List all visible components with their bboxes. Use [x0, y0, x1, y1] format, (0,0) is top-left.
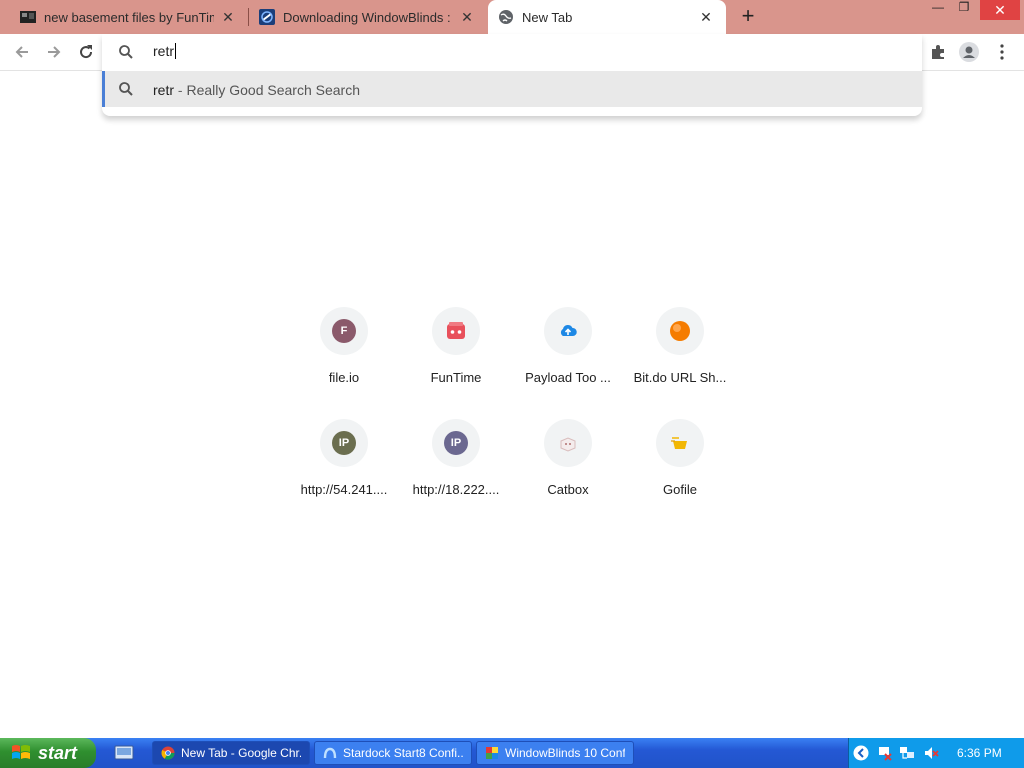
shortcut-icon-circle	[432, 307, 480, 355]
start-button[interactable]: start	[0, 738, 96, 768]
catbox-icon	[560, 437, 576, 452]
omnibox-suggestion[interactable]: retr - Really Good Search Search	[102, 71, 922, 107]
cloud-upload-icon	[560, 324, 577, 336]
forward-button[interactable]	[44, 42, 64, 62]
network-icon[interactable]	[899, 745, 915, 761]
ip-badge-icon: IP	[444, 431, 468, 455]
tab-title: New Tab	[522, 9, 573, 25]
tab-close-button[interactable]: ✕	[698, 9, 714, 26]
shortcut-icon-circle	[544, 419, 592, 467]
ip-badge-icon: IP	[332, 431, 356, 455]
close-window-button[interactable]: ✕	[980, 0, 1020, 20]
orange-ball-icon	[670, 321, 690, 341]
shortcut-label: http://54.241....	[300, 482, 388, 497]
shortcut-tile[interactable]: Catbox	[512, 419, 624, 519]
reload-button[interactable]	[76, 42, 96, 62]
system-tray: 6:36 PM	[848, 738, 1024, 768]
shortcut-icon-circle	[656, 419, 704, 467]
shortcut-icon-circle	[544, 307, 592, 355]
shortcut-tile[interactable]: IP http://18.222....	[400, 419, 512, 519]
extensions-puzzle-icon[interactable]	[928, 42, 948, 62]
gofile-icon	[671, 437, 687, 449]
taskbar-task-start8[interactable]: Stardock Start8 Confi...	[314, 741, 472, 765]
reload-icon	[80, 45, 93, 59]
windowblinds-icon	[486, 747, 498, 759]
shortcut-tile[interactable]: Payload Too ...	[512, 307, 624, 407]
back-button[interactable]	[12, 42, 32, 62]
tab-new-tab[interactable]: New Tab ✕	[488, 0, 726, 34]
flag-alert-icon[interactable]	[877, 745, 893, 761]
stardock-icon	[259, 9, 275, 25]
chrome-icon	[161, 746, 175, 760]
globe-icon	[499, 10, 513, 24]
shortcut-tile[interactable]: Gofile	[624, 419, 736, 519]
shortcut-tile[interactable]: F file.io	[288, 307, 400, 407]
arrow-right-icon	[48, 46, 61, 58]
shortcut-label: Bit.do URL Sh...	[633, 370, 727, 385]
new-tab-button[interactable]: +	[736, 5, 760, 29]
task-label: WindowBlinds 10 Conf...	[505, 746, 625, 760]
omnibox-dropdown: retr retr - Really Good Search Search	[102, 34, 922, 116]
profile-avatar-icon[interactable]	[959, 42, 979, 62]
maximize-button[interactable]: ❐	[952, 0, 976, 20]
film-icon	[20, 11, 36, 23]
text-caret	[175, 43, 176, 59]
tab-close-button[interactable]: ✕	[220, 9, 236, 26]
start-label: start	[38, 742, 78, 763]
suggestion-description: Really Good Search Search	[186, 82, 360, 98]
letter-badge-icon: F	[332, 319, 356, 343]
shortcut-label: file.io	[328, 370, 360, 385]
tab-title: Downloading WindowBlinds : Soi	[283, 9, 453, 25]
chevron-left-icon[interactable]	[853, 745, 869, 761]
omnibox-query: retr	[153, 43, 174, 59]
shortcut-label: FunTime	[430, 370, 482, 385]
shortcut-label: Catbox	[547, 482, 589, 497]
task-label: Stardock Start8 Confi...	[343, 746, 463, 760]
windows-taskbar: start New Tab - Google Chr... Stardock S…	[0, 738, 1024, 768]
arrow-left-icon	[15, 46, 28, 58]
tab-windowblinds[interactable]: Downloading WindowBlinds : Soi ✕	[249, 0, 487, 34]
shortcut-icon-circle	[656, 307, 704, 355]
taskbar-task-chrome[interactable]: New Tab - Google Chr...	[152, 741, 310, 765]
windows-flag-icon	[12, 745, 30, 759]
suggestion-text: retr - Really Good Search Search	[153, 82, 360, 98]
shortcut-tile[interactable]: Bit.do URL Sh...	[624, 307, 736, 407]
search-icon	[119, 45, 133, 59]
omnibox-text[interactable]: retr	[153, 43, 176, 59]
omnibox-input[interactable]: retr	[102, 34, 922, 70]
task-label: New Tab - Google Chr...	[181, 746, 301, 760]
suggestion-separator: -	[174, 82, 187, 98]
more-menu-icon[interactable]	[992, 42, 1012, 62]
search-icon	[119, 82, 133, 96]
shortcut-label: http://18.222....	[412, 482, 500, 497]
shortcut-label: Payload Too ...	[525, 370, 611, 385]
speaker-muted-icon[interactable]	[923, 745, 939, 761]
tab-title: new basement files by FunTime	[44, 9, 214, 25]
shortcut-tile[interactable]: IP http://54.241....	[288, 419, 400, 519]
tab-funtime[interactable]: new basement files by FunTime ✕	[0, 0, 248, 34]
shortcut-label: Gofile	[663, 482, 697, 497]
minimize-button[interactable]: —	[926, 0, 950, 20]
gamepad-icon	[447, 322, 465, 339]
suggestion-query: retr	[153, 82, 174, 98]
tab-strip: new basement files by FunTime ✕ Download…	[0, 0, 1024, 34]
shortcut-icon-circle: IP	[432, 419, 480, 467]
shortcut-tile[interactable]: FunTime	[400, 307, 512, 407]
shortcut-icon-circle: F	[320, 307, 368, 355]
stardock-icon	[323, 747, 337, 759]
show-desktop-icon[interactable]	[114, 744, 134, 762]
clock[interactable]: 6:36 PM	[957, 746, 1002, 760]
shortcut-icon-circle: IP	[320, 419, 368, 467]
taskbar-task-windowblinds[interactable]: WindowBlinds 10 Conf...	[476, 741, 634, 765]
tab-close-button[interactable]: ✕	[459, 9, 475, 26]
